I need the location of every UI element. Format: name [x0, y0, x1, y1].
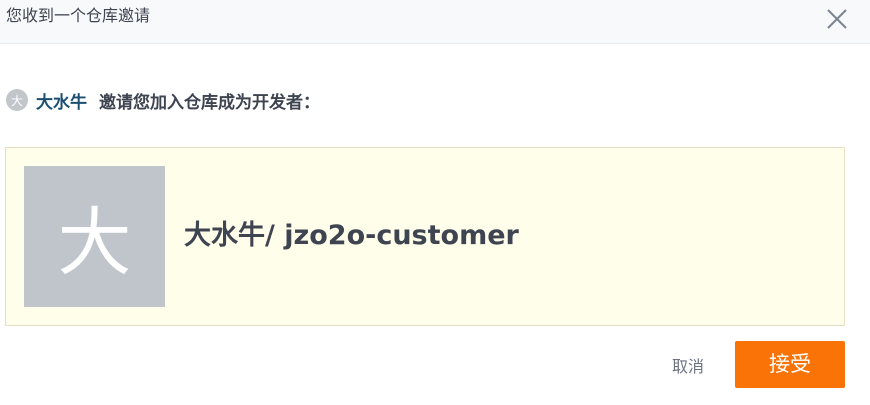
inviter-avatar[interactable]: 大	[6, 89, 28, 111]
invite-message: 邀请您加入仓库成为开发者：	[99, 92, 320, 113]
inviter-name-link[interactable]: 大水牛	[36, 88, 87, 113]
dialog-title: 您收到一个仓库邀请	[6, 6, 151, 25]
close-button[interactable]	[824, 6, 850, 32]
dialog-header: 您收到一个仓库邀请	[0, 0, 870, 44]
close-icon	[827, 9, 847, 29]
repo-avatar: 大	[24, 166, 165, 307]
inviter-row: 大 大水牛 邀请您加入仓库成为开发者：	[6, 88, 320, 113]
cancel-button[interactable]: 取消	[660, 352, 716, 382]
repo-invitation-dialog: 您收到一个仓库邀请 大 大水牛 邀请您加入仓库成为开发者： 大 大水牛/ jzo…	[0, 0, 870, 405]
repo-full-name[interactable]: 大水牛/ jzo2o-customer	[184, 218, 519, 254]
accept-button[interactable]: 接受	[735, 341, 845, 388]
repo-card: 大 大水牛/ jzo2o-customer	[5, 147, 845, 326]
